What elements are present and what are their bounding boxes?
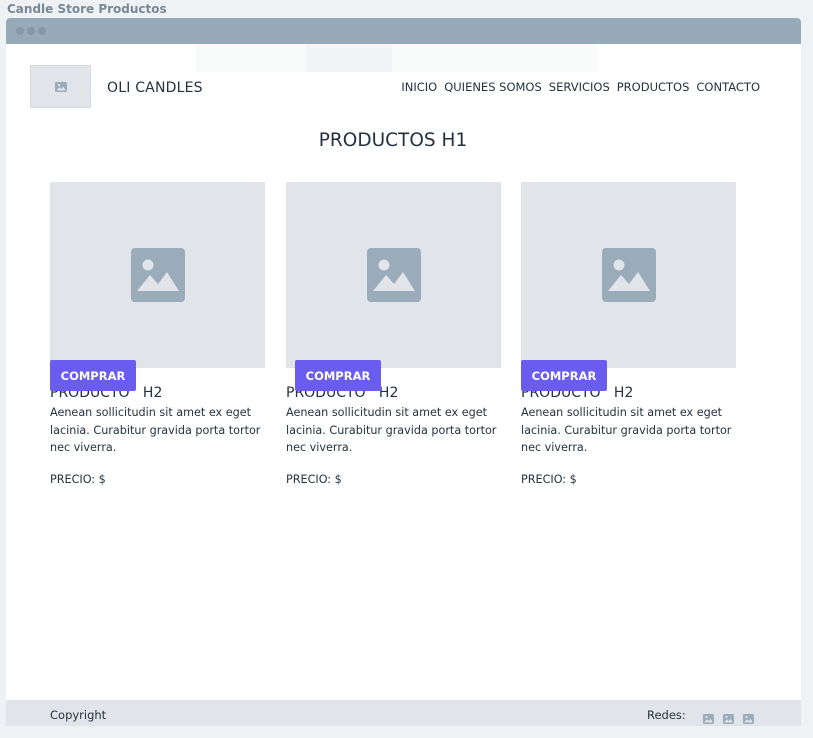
product-description: Aenean sollicitudin sit amet ex eget lac… (521, 406, 732, 454)
image-icon (130, 248, 185, 302)
buy-button[interactable]: COMPRAR (50, 360, 136, 391)
product-price: PRECIO: $ (521, 472, 577, 486)
section-heading: PRODUCTOS H1 (318, 130, 468, 151)
product-card: PRODUCTO H2 Aenean sollicitudin sit amet… (521, 182, 736, 486)
buy-button[interactable]: COMPRAR (295, 360, 381, 391)
buy-button[interactable]: COMPRAR (521, 360, 607, 391)
footer: Copyright Redes: (6, 700, 801, 726)
close-dot[interactable] (16, 27, 24, 35)
ghost-overlay-inner (306, 44, 392, 72)
image-icon (54, 81, 67, 92)
product-description: Aenean sollicitudin sit amet ex eget lac… (286, 406, 497, 454)
maximize-dot[interactable] (38, 27, 46, 35)
product-image[interactable] (286, 182, 501, 368)
product-image[interactable] (521, 182, 736, 368)
brand-name[interactable]: OLI CANDLES (107, 80, 203, 96)
product-price: PRECIO: $ (286, 472, 342, 486)
nav-item-servicios[interactable]: SERVICIOS (549, 80, 610, 94)
nav-item-productos[interactable]: PRODUCTOS (617, 80, 690, 94)
browser-window: OLI CANDLES INICIO QUIENES SOMOS SERVICI… (6, 18, 801, 726)
social-links (703, 709, 754, 724)
image-icon (601, 248, 656, 302)
ghost-overlay (196, 44, 598, 72)
product-image[interactable] (50, 182, 265, 368)
window-controls (16, 27, 46, 35)
social-image-icon[interactable] (723, 709, 734, 724)
nav-item-inicio[interactable]: INICIO (401, 80, 437, 94)
main-nav: INICIO QUIENES SOMOS SERVICIOS PRODUCTOS… (401, 80, 760, 94)
window-titlebar (6, 18, 801, 44)
logo-placeholder[interactable] (30, 65, 91, 108)
page-title: Candle Store Productos (7, 2, 167, 16)
copyright-text: Copyright (50, 708, 107, 722)
social-image-icon[interactable] (743, 709, 754, 724)
social-label: Redes: (647, 708, 686, 722)
nav-item-contacto[interactable]: CONTACTO (696, 80, 760, 94)
product-card: PRODUCTO H2 Aenean sollicitudin sit amet… (286, 182, 501, 486)
social-image-icon[interactable] (703, 709, 714, 724)
product-card: PRODUCTO H2 Aenean sollicitudin sit amet… (50, 182, 265, 486)
product-price: PRECIO: $ (50, 472, 106, 486)
image-icon (366, 248, 421, 302)
minimize-dot[interactable] (27, 27, 35, 35)
product-description: Aenean sollicitudin sit amet ex eget lac… (50, 406, 261, 454)
nav-item-quienes-somos[interactable]: QUIENES SOMOS (444, 80, 542, 94)
